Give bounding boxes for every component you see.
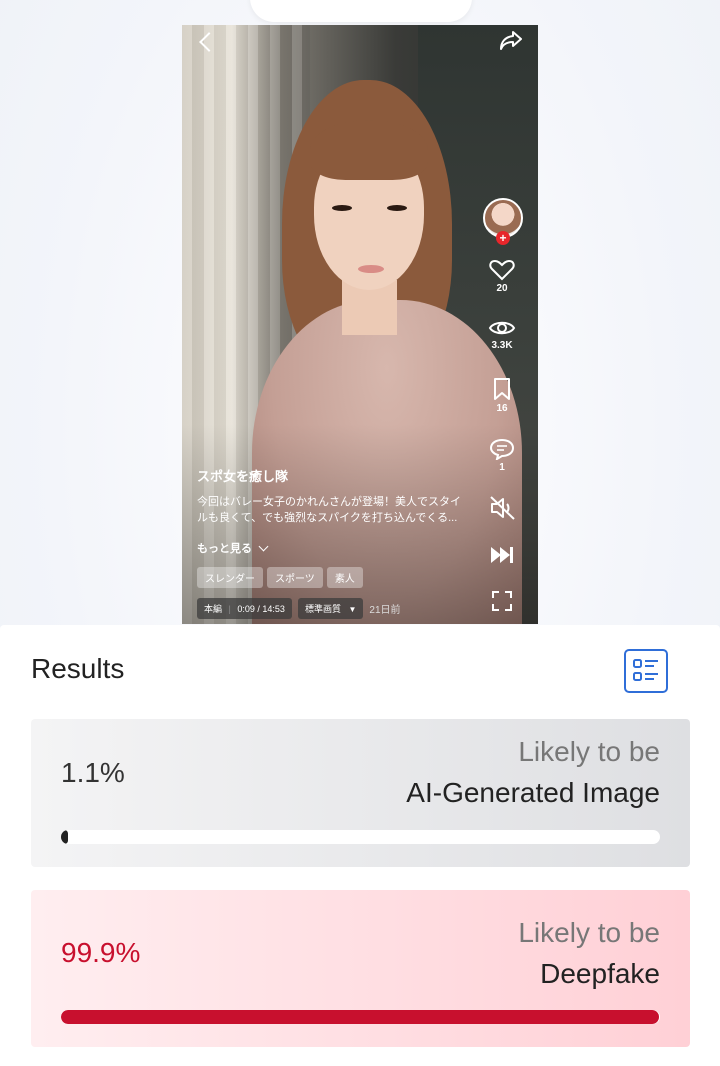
tag-chip[interactable]: スポーツ [267, 567, 323, 588]
like-button[interactable]: 20 [482, 259, 522, 294]
eye-icon [488, 321, 516, 335]
comment-count: 1 [499, 462, 505, 473]
bookmark-button[interactable]: 16 [482, 377, 522, 414]
list-view-button[interactable] [624, 649, 668, 693]
fullscreen-icon [492, 591, 512, 611]
person-eye-left [332, 205, 352, 211]
quality-selector[interactable]: 標準画質 ▼ [297, 598, 364, 619]
episode-label: 本編 [204, 604, 223, 614]
share-icon[interactable] [498, 29, 524, 51]
quality-label: 標準画質 [304, 604, 341, 614]
time-label: 0:09 / 14:53 [237, 604, 285, 614]
result-progress-track [61, 830, 660, 844]
video-player[interactable]: + 20 3.3K 16 1 スポ女を癒し隊 今回はバレー女子のかれんさんが登場… [182, 25, 538, 624]
result-card-ai-generated: 1.1% Likely to be AI-Generated Image [31, 719, 690, 867]
fullscreen-button[interactable] [482, 590, 522, 612]
video-title: スポ女を癒し隊 [197, 469, 289, 484]
follow-plus-icon[interactable]: + [496, 231, 510, 245]
tag-list: スレンダー スポーツ 素人 [197, 567, 363, 588]
episode-time-box[interactable]: 本編 | 0:09 / 14:53 [197, 598, 292, 619]
result-likely-label: Likely to be [518, 917, 660, 948]
result-card-deepfake: 99.9% Likely to be Deepfake [31, 890, 690, 1047]
result-likely-label: Likely to be [518, 736, 660, 767]
person-eye-right [387, 205, 407, 211]
more-label: もっと見る [197, 543, 252, 555]
result-progress-fill [61, 830, 69, 844]
result-target-label: AI-Generated Image [406, 777, 660, 808]
person-bangs [310, 120, 428, 180]
chevron-down-icon [258, 541, 269, 552]
results-panel: Results 1.1% Likely to be AI-Generated I… [0, 625, 720, 1066]
bookmark-count: 16 [496, 403, 508, 414]
tag-chip[interactable]: 素人 [326, 567, 363, 588]
result-percent: 1.1% [61, 757, 125, 788]
skip-button[interactable] [482, 545, 522, 565]
mute-icon [490, 496, 515, 520]
person-lips [358, 265, 384, 273]
skip-icon [491, 547, 513, 563]
result-progress-track [61, 1010, 660, 1024]
result-progress-fill [61, 1010, 660, 1024]
bookmark-icon [494, 378, 510, 400]
more-link[interactable]: もっと見る [197, 540, 269, 556]
collapse-handle[interactable] [250, 0, 472, 22]
mute-button[interactable] [482, 495, 522, 521]
video-description: 今回はバレー女子のかれんさんが登場！美人でスタイルも良くて、でも強烈なスパイクを… [197, 496, 461, 524]
heart-icon [489, 259, 515, 281]
divider: | [228, 604, 231, 614]
posted-time: 21日前 [369, 605, 401, 616]
like-count: 20 [496, 283, 508, 294]
result-percent: 99.9% [61, 937, 141, 968]
views-indicator: 3.3K [482, 318, 522, 351]
tag-chip[interactable]: スレンダー [197, 567, 263, 588]
playback-bar: 本編 | 0:09 / 14:53 標準画質 ▼ 21日前 [197, 598, 401, 619]
view-count: 3.3K [491, 340, 513, 351]
result-target-label: Deepfake [540, 958, 660, 989]
results-title: Results [31, 653, 125, 684]
comment-icon [489, 438, 515, 460]
list-icon [633, 659, 658, 681]
caret-down-icon: ▼ [348, 605, 357, 614]
comment-button[interactable]: 1 [482, 438, 522, 473]
